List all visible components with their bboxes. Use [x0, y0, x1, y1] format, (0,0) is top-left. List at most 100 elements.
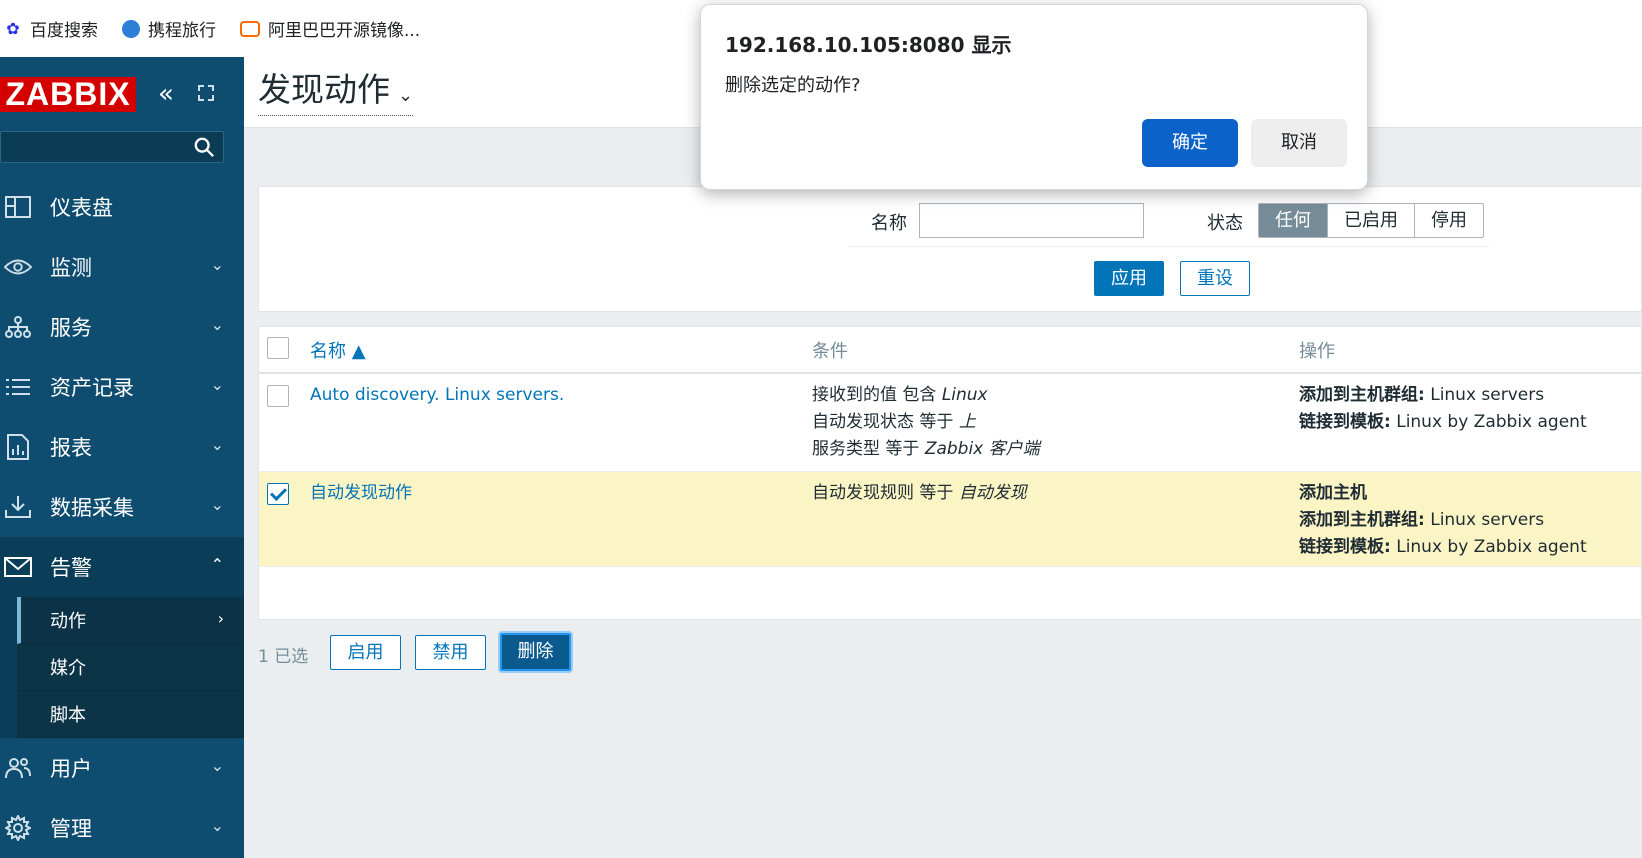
apply-filter-button[interactable]: 应用 — [1094, 261, 1164, 296]
operation-value: Linux by Zabbix agent — [1390, 412, 1587, 432]
operation-label: 链接到模板: — [1299, 412, 1391, 432]
operation-line: 链接到模板: Linux by Zabbix agent — [1299, 534, 1587, 561]
filter-panel: 名称 状态 任何 已启用 停用 应用 重设 — [258, 186, 1642, 312]
name-filter-input[interactable] — [919, 203, 1144, 238]
list-icon — [4, 373, 32, 401]
reset-filter-button[interactable]: 重设 — [1180, 261, 1250, 296]
alerts-submenu: 动作 › 媒介 脚本 — [0, 597, 244, 738]
baidu-paw-icon: ✿ — [6, 18, 20, 38]
menu-label: 管理 — [50, 817, 92, 841]
dashboard-icon — [4, 193, 32, 221]
chevron-down-icon: ⌄ — [398, 85, 414, 106]
menu-alerts[interactable]: 告警 ⌃ — [0, 537, 244, 597]
chevron-down-icon: ⌄ — [210, 315, 224, 334]
menu-data-collection[interactable]: 数据采集 ⌄ — [0, 477, 244, 537]
condition-text: 服务类型 等于 — [812, 439, 925, 459]
menu-label: 数据采集 — [50, 496, 134, 520]
row-checkbox[interactable] — [267, 483, 289, 505]
bookmark-ctrip[interactable]: 携程旅行 — [122, 16, 216, 41]
conditions-cell: 自动发现规则 等于 自动发现 — [812, 480, 1027, 507]
name-filter-label: 名称 — [871, 213, 907, 234]
menu-administration[interactable]: 管理 ⌄ — [0, 798, 244, 858]
eye-icon — [4, 253, 32, 281]
submenu-media[interactable]: 媒介 — [17, 644, 244, 691]
sidebar-search-input[interactable] — [0, 131, 224, 163]
submenu-label: 动作 — [50, 611, 86, 632]
operation-line: 添加到主机群组: Linux servers — [1299, 382, 1587, 409]
operation-label: 添加到主机群组: — [1299, 510, 1425, 530]
zabbix-logo[interactable]: ZABBIX — [0, 77, 136, 112]
operation-value: Linux servers — [1424, 385, 1545, 405]
condition-value: Zabbix 客户端 — [924, 439, 1040, 459]
search-icon[interactable] — [193, 136, 215, 158]
condition-line: 服务类型 等于 Zabbix 客户端 — [812, 436, 1040, 463]
disable-button[interactable]: 禁用 — [415, 635, 486, 670]
condition-line: 接收到的值 包含 Linux — [812, 382, 1040, 409]
operation-value: Linux servers — [1424, 510, 1545, 530]
page-title-dropdown[interactable]: 发现动作 ⌄ — [258, 70, 414, 116]
status-segmented-control: 任何 已启用 停用 — [1258, 203, 1484, 238]
column-name-sort[interactable]: 名称 ▲ — [310, 337, 366, 363]
column-operations: 操作 — [1299, 341, 1335, 362]
delete-button[interactable]: 删除 — [500, 633, 571, 671]
download-icon — [4, 493, 32, 521]
submenu-label: 脚本 — [50, 705, 86, 726]
menu-services[interactable]: 服务 ⌄ — [0, 297, 244, 357]
gear-icon — [4, 814, 32, 842]
condition-value: 上 — [958, 412, 976, 432]
table-row: Auto discovery. Linux servers. 接收到的值 包含 … — [259, 374, 1641, 472]
row-checkbox[interactable] — [267, 385, 289, 407]
sidebar-header: ZABBIX « — [0, 77, 244, 117]
condition-text: 接收到的值 包含 — [812, 385, 942, 405]
menu-label: 仪表盘 — [50, 196, 113, 220]
confirm-dialog: 192.168.10.105:8080 显示 删除选定的动作? 确定 取消 — [700, 4, 1368, 190]
menu-monitoring[interactable]: 监测 ⌄ — [0, 237, 244, 297]
table-header: 名称 ▲ 条件 操作 — [259, 327, 1641, 374]
select-all-checkbox[interactable] — [267, 337, 289, 359]
main-menu: 仪表盘 监测 ⌄ 服务 ⌄ 资产记录 ⌄ 报表 ⌄ 数据采集 ⌄ 告警 ⌃ 动作… — [0, 177, 244, 858]
services-tree-icon — [4, 313, 32, 341]
operation-line: 链接到模板: Linux by Zabbix agent — [1299, 409, 1587, 436]
envelope-icon — [4, 553, 32, 581]
dialog-cancel-button[interactable]: 取消 — [1251, 119, 1347, 167]
submenu-scripts[interactable]: 脚本 — [17, 691, 244, 738]
operations-cell: 添加主机 添加到主机群组: Linux servers 链接到模板: Linux… — [1299, 480, 1587, 561]
condition-text: 自动发现规则 等于 — [812, 483, 959, 503]
dialog-title: 192.168.10.105:8080 显示 — [725, 33, 1012, 57]
operation-value: Linux by Zabbix agent — [1390, 537, 1587, 557]
action-name-link[interactable]: Auto discovery. Linux servers. — [310, 385, 564, 405]
menu-users[interactable]: 用户 ⌄ — [0, 738, 244, 798]
kiosk-mode-icon[interactable] — [198, 85, 214, 101]
menu-reports[interactable]: 报表 ⌄ — [0, 417, 244, 477]
menu-label: 资产记录 — [50, 376, 134, 400]
menu-inventory[interactable]: 资产记录 ⌄ — [0, 357, 244, 417]
filter-divider — [849, 246, 1489, 247]
status-option-disabled[interactable]: 停用 — [1414, 204, 1483, 237]
bookmark-baidu[interactable]: ✿ 百度搜索 — [4, 16, 98, 41]
menu-dashboard[interactable]: 仪表盘 — [0, 177, 244, 237]
bookmark-aliyun-mirror[interactable]: 阿里巴巴开源镜像... — [240, 16, 420, 41]
users-icon — [4, 754, 32, 782]
status-option-any[interactable]: 任何 — [1259, 204, 1327, 237]
bookmark-label: 百度搜索 — [30, 21, 98, 41]
enable-button[interactable]: 启用 — [330, 635, 401, 670]
table-row: 自动发现动作 自动发现规则 等于 自动发现 添加主机 添加到主机群组: Linu… — [259, 472, 1641, 567]
status-option-enabled[interactable]: 已启用 — [1327, 204, 1414, 237]
chevron-down-icon: ⌄ — [210, 435, 224, 454]
page-title: 发现动作 — [258, 70, 390, 109]
dialog-message: 删除选定的动作? — [725, 75, 861, 96]
action-name-link[interactable]: 自动发现动作 — [310, 483, 412, 503]
collapse-sidebar-icon[interactable]: « — [158, 81, 174, 107]
dialog-ok-button[interactable]: 确定 — [1142, 119, 1238, 167]
submenu-actions[interactable]: 动作 › — [17, 597, 244, 644]
report-icon — [4, 433, 32, 461]
menu-label: 服务 — [50, 316, 92, 340]
action-name-cell: 自动发现动作 — [310, 480, 412, 507]
condition-line: 自动发现状态 等于 上 — [812, 409, 1040, 436]
bookmark-label: 阿里巴巴开源镜像... — [268, 21, 421, 41]
chevron-down-icon: ⌄ — [210, 495, 224, 514]
condition-value: 自动发现 — [958, 483, 1027, 503]
operations-cell: 添加到主机群组: Linux servers 链接到模板: Linux by Z… — [1299, 382, 1587, 436]
chevron-down-icon: ⌄ — [210, 756, 224, 775]
conditions-cell: 接收到的值 包含 Linux 自动发现状态 等于 上 服务类型 等于 Zabbi… — [812, 382, 1040, 463]
